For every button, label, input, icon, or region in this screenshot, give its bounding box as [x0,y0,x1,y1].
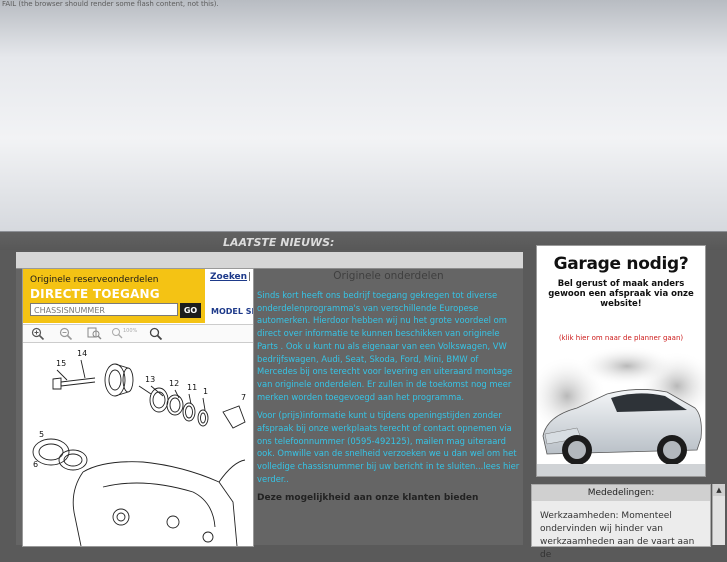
parts-viewer-subtitle: Originele reserveonderdelen [30,275,159,285]
model-select-link[interactable]: MODEL SELECTIE [211,307,253,316]
diagram-number: 1 [203,387,208,396]
search-link[interactable]: Zoeken [210,272,247,282]
flash-fail-message: FAIL (the browser should render some fla… [2,0,219,8]
intro-text-block: Originele onderdelen Sinds kort heeft on… [257,270,520,545]
zoom-in-icon[interactable] [31,327,45,340]
search-icon[interactable] [149,327,163,340]
announcements-header: Mededelingen: [532,485,710,501]
intro-heading: Originele onderdelen [333,270,444,282]
diagram-number: 6 [33,460,38,469]
viewer-toolbar: 100% [23,324,253,343]
diagram-number: 7 [241,393,246,402]
ad-subtitle: Bel gerust of maak anders gewoon een afs… [548,279,694,309]
parts-viewer-title: DIRECTE TOEGANG [30,287,160,301]
main-content-topstrip [16,252,523,269]
parts-viewer-header: Originele reserveonderdelen DIRECTE TOEG… [23,269,205,323]
flash-placeholder: FAIL (the browser should render some fla… [0,0,727,232]
go-button[interactable]: GO [180,303,201,318]
intro-paragraph: Sinds kort heeft ons bedrijf toegang gek… [257,290,513,402]
announcements-scrollbar[interactable]: ▲ [712,484,725,545]
car-image [537,346,705,476]
planner-link[interactable]: (klik hier om naar de planner gaan) [537,334,705,342]
diagram-number: 15 [56,359,66,368]
zoom-100-icon[interactable]: 100% [111,327,137,340]
chassis-number-input[interactable]: CHASSISNUMMER [30,303,178,316]
news-bar-title: LAATSTE NIEUWS: [223,236,335,249]
intro-paragraph: Voor (prijs)informatie kunt u tijdens op… [257,410,520,484]
parts-viewer: Originele reserveonderdelen DIRECTE TOEG… [22,268,254,547]
zoom-fit-icon[interactable] [87,327,103,340]
diagram-number: 14 [77,349,87,358]
parts-diagram: 15 14 13 12 11 1 5 6 7 [32,349,246,546]
diagram-number: 12 [169,379,179,388]
intro-paragraph-bold: Deze mogelijkheid aan onze klanten biede… [257,492,479,503]
diagram-number: 13 [145,375,155,384]
announcements-panel: Mededelingen: Werkzaamheden: Momenteel o… [531,484,711,560]
link-separator: | [248,272,252,282]
ad-title: Garage nodig? [553,254,689,274]
diagram-number: 11 [187,383,197,392]
diagram-number: 5 [39,430,44,439]
garage-ad-banner[interactable]: Garage nodig? Bel gerust of maak anders … [536,245,706,477]
scroll-up-arrow-icon[interactable]: ▲ [713,484,725,496]
zoom-out-icon[interactable] [59,327,73,340]
announcements-body: Werkzaamheden: Momenteel ondervinden wij… [540,511,695,560]
zoom-100-label: 100% [123,328,138,334]
